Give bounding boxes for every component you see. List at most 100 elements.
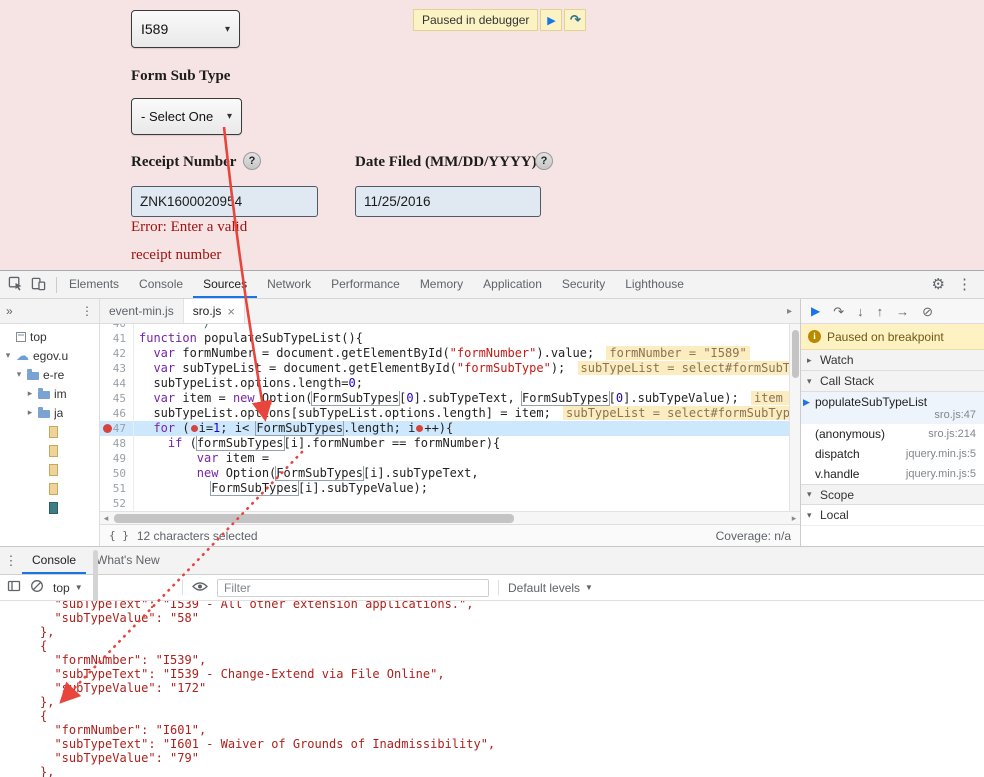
line-number[interactable]: 51	[100, 481, 134, 496]
scrollbar-thumb[interactable]	[792, 330, 799, 378]
devtools-tab-memory[interactable]: Memory	[410, 271, 473, 298]
resume-script-button[interactable]: ▶	[540, 9, 563, 31]
navigator-item[interactable]	[0, 479, 99, 498]
scroll-right-icon[interactable]: ▸	[788, 512, 800, 524]
device-toolbar-icon[interactable]	[31, 276, 46, 294]
tree-expander-icon[interactable]: ▾	[15, 369, 23, 380]
line-number[interactable]: 50	[100, 466, 134, 481]
settings-gear-icon[interactable]: ⚙	[932, 277, 945, 292]
navigator-item[interactable]	[0, 498, 99, 517]
devtools-tab-elements[interactable]: Elements	[59, 271, 129, 298]
code-text: */	[134, 324, 211, 331]
help-icon[interactable]: ?	[535, 152, 553, 170]
scope-local-section[interactable]: ▾ Local	[801, 505, 984, 526]
navigator-item[interactable]	[0, 460, 99, 479]
chevron-down-icon: ▾	[226, 111, 232, 122]
drawer-menu-icon[interactable]: ⋮	[0, 553, 22, 569]
call-stack-frame-anonymous[interactable]: (anonymous) sro.js:214	[801, 424, 984, 444]
log-levels-dropdown[interactable]: Default levels ▼	[508, 581, 593, 595]
devtools-tab-console[interactable]: Console	[129, 271, 193, 298]
devtools-tab-sources[interactable]: Sources	[193, 271, 257, 298]
code-line-49: 49 var item =	[100, 451, 789, 466]
resume-script-icon[interactable]: ▶	[811, 305, 820, 317]
navigator-overflow-icon[interactable]: »	[6, 304, 13, 318]
tree-expander-icon[interactable]: ▾	[4, 350, 12, 361]
javascript-context-select[interactable]: top ▼	[53, 581, 173, 595]
kebab-menu-icon[interactable]: ⋮	[957, 277, 972, 292]
line-number[interactable]: 45	[100, 391, 134, 406]
watch-section-header[interactable]: ▸ Watch	[801, 350, 984, 371]
divider	[498, 580, 499, 595]
console-sidebar-icon[interactable]	[7, 579, 21, 596]
more-tabs-icon[interactable]: ▸	[779, 299, 800, 323]
pretty-print-icon[interactable]: { }	[109, 529, 129, 542]
step-into-icon[interactable]: ↓	[857, 305, 864, 318]
line-number[interactable]: 44	[100, 376, 134, 391]
navigator-item-ja[interactable]: ▸ ja	[0, 403, 99, 422]
navigator-item-e-re[interactable]: ▾ e-re	[0, 365, 99, 384]
receipt-number-input[interactable]	[131, 186, 318, 217]
receipt-number-label: Receipt Number	[131, 154, 237, 170]
call-stack-frame-v-handle[interactable]: v.handle jquery.min.js:5	[801, 464, 984, 484]
frame-icon	[16, 331, 26, 342]
scrollbar-thumb[interactable]	[114, 514, 514, 523]
eye-icon[interactable]	[192, 581, 208, 595]
form-type-select[interactable]: I589 ▾	[131, 10, 240, 48]
editor-horizontal-scrollbar[interactable]: ◂ ▸	[100, 511, 800, 524]
file-tab-event-min-js[interactable]: event-min.js	[100, 299, 184, 323]
scroll-left-icon[interactable]: ◂	[100, 512, 112, 524]
folder-icon	[27, 368, 39, 380]
date-filed-input[interactable]	[355, 186, 541, 217]
file-tab-sro-js[interactable]: sro.js ×	[183, 299, 245, 323]
source-editor-pane: event-min.js sro.js × ▸ 40 */41 function pop…	[100, 299, 800, 546]
console-filter-input[interactable]	[217, 578, 489, 597]
line-number[interactable]: 48	[100, 436, 134, 451]
line-number[interactable]: 43	[100, 361, 134, 376]
console-tab-what-s-new[interactable]: What's New	[86, 547, 170, 574]
devtools-tab-application[interactable]: Application	[473, 271, 552, 298]
breakpoint-icon[interactable]	[103, 424, 112, 433]
tree-expander-icon[interactable]: ▸	[26, 388, 34, 399]
step-over-button[interactable]: ↷	[564, 9, 587, 31]
line-number[interactable]: 41	[100, 331, 134, 346]
line-number[interactable]: 46	[100, 406, 134, 421]
line-number[interactable]: 52	[100, 496, 134, 511]
help-icon[interactable]: ?	[243, 152, 261, 170]
devtools-tab-lighthouse[interactable]: Lighthouse	[615, 271, 694, 298]
form-sub-type-select[interactable]: - Select One ▾	[131, 98, 242, 135]
tree-expander-icon[interactable]: ▸	[26, 407, 34, 418]
devtools-tab-security[interactable]: Security	[552, 271, 615, 298]
step-over-icon[interactable]: ↷	[833, 305, 844, 318]
devtools-tab-performance[interactable]: Performance	[321, 271, 410, 298]
call-stack-frame-populatesubtypelist[interactable]: ▶ populateSubTypeList sro.js:47	[801, 392, 984, 424]
editor-vertical-scrollbar[interactable]	[789, 324, 800, 511]
close-icon[interactable]: ×	[227, 304, 235, 319]
clear-console-icon[interactable]	[30, 579, 44, 596]
navigator-item-im[interactable]: ▸ im	[0, 384, 99, 403]
line-number[interactable]: 42	[100, 346, 134, 361]
chevron-down-icon: ▾	[807, 489, 812, 499]
step-out-icon[interactable]: ↑	[877, 305, 884, 318]
navigator-item-top[interactable]: top	[0, 327, 99, 346]
deactivate-breakpoints-icon[interactable]: ⊘	[922, 305, 933, 318]
line-number[interactable]: 49	[100, 451, 134, 466]
devtools-tab-network[interactable]: Network	[257, 271, 321, 298]
console-output-line: },	[40, 765, 55, 777]
console-tab-console[interactable]: Console	[22, 547, 86, 574]
navigator-item-label: ja	[54, 405, 64, 420]
line-number[interactable]: 40	[100, 324, 134, 331]
navigator-menu-icon[interactable]: ⋮	[81, 304, 93, 318]
line-number[interactable]: 47	[100, 421, 134, 436]
navigator-item-egov-u[interactable]: ▾ ☁ egov.u	[0, 346, 99, 365]
code-text: for (i=1; i< FormSubTypes.length; i ++){	[153, 421, 454, 436]
chevron-down-icon: ▾	[807, 509, 812, 520]
call-stack-frame-dispatch[interactable]: dispatch jquery.min.js:5	[801, 444, 984, 464]
navigator-item[interactable]	[0, 422, 99, 441]
navigator-item[interactable]	[0, 441, 99, 460]
step-icon[interactable]: →	[896, 305, 909, 318]
scope-section-header[interactable]: ▾ Scope	[801, 484, 984, 505]
chevron-down-icon: ▾	[807, 375, 812, 386]
selection-status: 12 characters selected	[136, 528, 258, 543]
call-stack-section-header[interactable]: ▾ Call Stack	[801, 371, 984, 392]
inspect-element-icon[interactable]	[8, 276, 23, 294]
